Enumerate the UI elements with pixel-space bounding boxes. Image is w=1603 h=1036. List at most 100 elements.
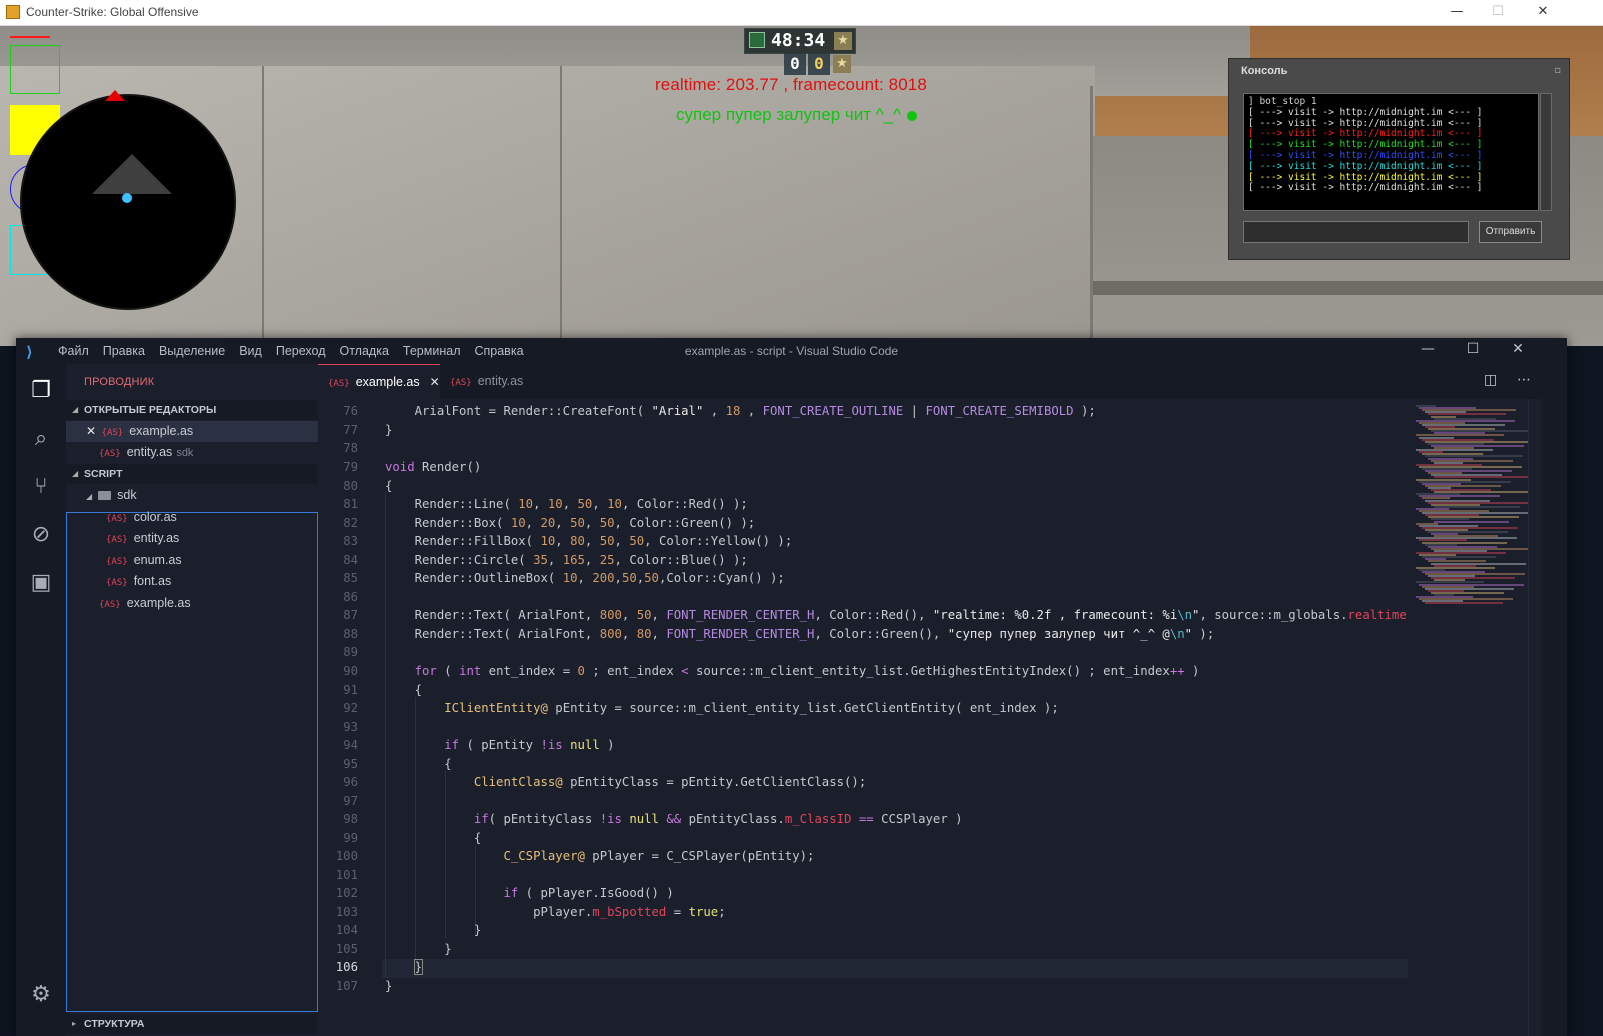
debug-icon[interactable]: ⊘ [16, 512, 66, 558]
ct-score: 0 [784, 53, 806, 75]
angelscript-file-icon: {AS} [450, 378, 472, 388]
gear-icon[interactable]: ⚙ [16, 972, 66, 1018]
angelscript-file-icon: {AS} [328, 379, 350, 389]
console-send-button[interactable]: Отправить [1479, 221, 1542, 243]
open-editors-header[interactable]: ◢ ОТКРЫТЫЕ РЕДАКТОРЫ [66, 400, 318, 420]
minimap-line [1434, 520, 1509, 523]
source-control-icon[interactable]: ⑂ [16, 464, 66, 510]
game-titlebar: Counter-Strike: Global Offensive — ☐ ✕ [0, 0, 1603, 26]
line-number: 92 [343, 701, 358, 715]
chevron-right-icon: ▸ [72, 1019, 77, 1028]
folder-icon [98, 491, 112, 501]
editor-scrollbar[interactable] [1528, 399, 1543, 1036]
console-panel[interactable]: Консоль ▫ ] bot_stop 1[ ---> visit -> ht… [1228, 58, 1570, 260]
folder-name: sdk [117, 488, 137, 502]
line-number: 89 [343, 645, 358, 659]
wall-seam [1090, 86, 1093, 346]
green-dot-icon [907, 110, 918, 121]
open-editor-item[interactable]: ✕ {AS} example.as [66, 421, 318, 442]
extensions-icon[interactable]: ▣ [16, 560, 66, 606]
code-line: ArialFont = Render::CreateFont( "Arial" … [385, 404, 1096, 418]
open-editor-name: example.as [129, 424, 194, 438]
vscode-close-button[interactable]: ✕ [1498, 341, 1538, 357]
vscode-minimize-button[interactable]: — [1408, 341, 1448, 357]
file-item[interactable]: {AS} entity.as [66, 528, 318, 549]
line-number: 103 [335, 905, 358, 919]
angelscript-file-icon: {AS} [99, 449, 121, 459]
code-line: } [385, 923, 482, 937]
activity-bar: ❐ ⌕ ⑂ ⊘ ▣ ⚙ [16, 364, 66, 1036]
line-number: 93 [343, 720, 358, 734]
chevron-down-icon: ◢ [86, 492, 93, 501]
file-item[interactable]: {AS} color.as [66, 507, 318, 528]
outline-label: СТРУКТУРА [84, 1018, 145, 1030]
open-editor-name: entity.as [126, 445, 173, 459]
close-icon[interactable]: ✕ [86, 424, 96, 438]
folder-sdk[interactable]: ◢ sdk [66, 485, 318, 506]
vscode-titlebar: ⟩ Файл Правка Выделение Вид Переход Отладка Те… [16, 338, 1567, 364]
console-log-line: [ ---> visit -> http://midnight.im <--- … [1248, 106, 1483, 118]
minimap-line [1425, 602, 1503, 605]
file-name: enum.as [133, 553, 182, 567]
code-line: Render::Circle( 35, 165, 25, Color::Blue… [385, 553, 748, 567]
angelscript-file-icon: {AS} [106, 514, 128, 524]
right-edge-strip [1542, 399, 1567, 1036]
cheat-overlay-text: супер пупер залупер чит ^_^ [676, 105, 902, 124]
console-minimize-icon[interactable]: ▫ [1554, 59, 1561, 83]
t-rank-icon: ★ [833, 55, 851, 73]
vscode-maximize-button[interactable]: ☐ [1453, 341, 1493, 357]
line-number: 94 [343, 738, 358, 752]
code-line: Render::Box( 10, 20, 50, 50, Color::Gree… [385, 516, 756, 530]
console-scrollbar[interactable] [1540, 93, 1552, 211]
file-item[interactable]: {AS} example.as [66, 593, 318, 614]
tab-example[interactable]: {AS} example.as ✕ [318, 364, 440, 399]
explorer-title: ПРОВОДНИК [84, 376, 155, 388]
code-line: { [385, 479, 393, 493]
script-folder-label: SCRIPT [84, 468, 123, 480]
realtime-overlay-text: realtime: 203.77 , framecount: 8018 [655, 75, 927, 94]
code-editor[interactable]: 76 77 78 79 80 81 82 83 84 85 86 87 88 89 90 91 92 93 94 95… [318, 399, 1408, 1036]
console-header[interactable]: Консоль ▫ [1229, 59, 1569, 83]
line-number: 97 [343, 794, 358, 808]
file-name: entity.as [133, 531, 180, 545]
t-score: 0 [808, 53, 830, 75]
game-maximize-button[interactable]: ☐ [1483, 2, 1513, 22]
line-number: 106 [335, 960, 358, 974]
code-line: IClientEntity@ pEntity = source::m_clien… [444, 701, 1059, 715]
file-item[interactable]: {AS} font.as [66, 571, 318, 592]
game-close-button[interactable]: ✕ [1528, 2, 1558, 22]
code-line: C_CSPlayer@ pPlayer = C_CSPlayer(pEntity… [503, 849, 815, 863]
outline-header[interactable]: ▸ СТРУКТУРА [66, 1014, 318, 1034]
tab-entity[interactable]: {AS} entity.as [440, 364, 550, 399]
line-number: 84 [343, 553, 358, 567]
close-icon[interactable]: ✕ [430, 375, 440, 389]
open-editor-item[interactable]: {AS} entity.as sdk [66, 442, 318, 463]
file-item[interactable]: {AS} enum.as [66, 550, 318, 571]
line-number: 88 [343, 627, 358, 641]
minimap[interactable] [1408, 399, 1542, 1036]
wall-ledge [1090, 281, 1603, 295]
more-actions-icon[interactable]: ⋯ [1517, 372, 1531, 388]
search-icon[interactable]: ⌕ [16, 416, 66, 462]
line-number: 107 [335, 979, 358, 993]
game-minimize-button[interactable]: — [1442, 2, 1472, 22]
code-line: { [385, 757, 452, 771]
line-number: 80 [343, 479, 358, 493]
code-line: if ( pEntity !is null ) [444, 738, 615, 752]
split-editor-icon[interactable]: ◫ [1484, 372, 1497, 388]
tab-label: entity.as [477, 374, 524, 388]
cheat-overlay-line: супер пупер залупер чит ^_^ [676, 105, 918, 125]
file-name: font.as [133, 574, 172, 588]
line-number: 76 [343, 404, 358, 418]
files-icon[interactable]: ❐ [16, 368, 66, 414]
angelscript-file-icon: {AS} [99, 600, 121, 610]
console-title: Консоль [1241, 65, 1288, 77]
line-number: 85 [343, 571, 358, 585]
console-input[interactable] [1243, 221, 1469, 243]
indent-guide [415, 697, 416, 959]
line-number: 82 [343, 516, 358, 530]
radar-player-dot [122, 193, 132, 203]
script-folder-header[interactable]: ◢ SCRIPT [66, 464, 318, 484]
code-line: void Render() [385, 460, 482, 474]
game-window-title: Counter-Strike: Global Offensive [26, 5, 199, 19]
